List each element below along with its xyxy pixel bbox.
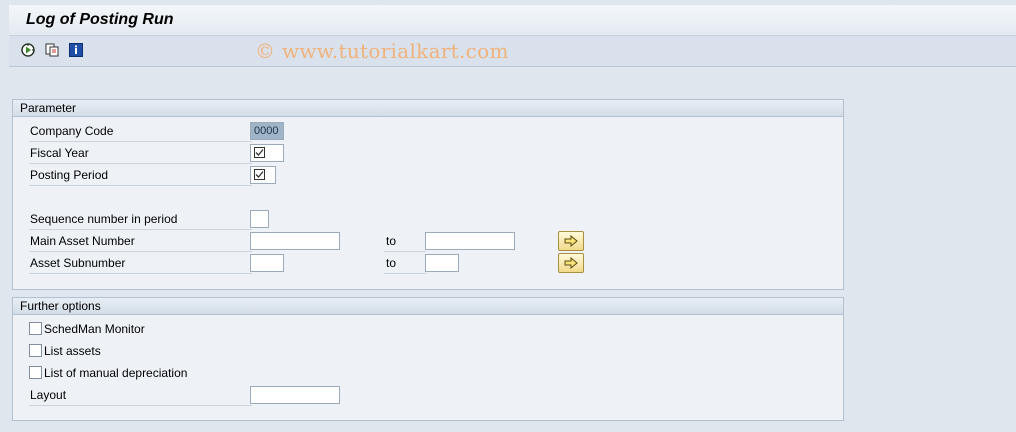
manual-depreciation-label: List of manual depreciation [44,366,188,380]
layout-label: Layout [29,385,252,406]
page-title: Log of Posting Run [26,11,174,28]
manual-depreciation-checkbox[interactable] [29,366,42,379]
main-asset-multiple-selection-button[interactable] [558,231,584,251]
watermark-text: © www.tutorialkart.com [255,39,509,63]
required-icon [254,147,265,158]
asset-subnumber-to-label: to [384,253,426,274]
required-icon [254,169,265,180]
manual-depreciation-option[interactable]: List of manual depreciation [29,363,187,383]
asset-subnumber-multiple-selection-button[interactable] [558,253,584,273]
sequence-number-label: Sequence number in period [29,209,252,230]
main-asset-to-field[interactable] [425,232,515,250]
variant-icon[interactable] [44,42,60,58]
asset-subnumber-to-field[interactable] [425,254,459,272]
list-assets-label: List assets [44,344,101,358]
sequence-number-field[interactable] [250,210,269,228]
list-assets-option[interactable]: List assets [29,341,101,361]
posting-period-field[interactable] [250,166,276,184]
fiscal-year-field[interactable] [250,144,284,162]
list-assets-checkbox[interactable] [29,344,42,357]
schedman-monitor-option[interactable]: SchedMan Monitor [29,319,145,339]
company-code-field: 0000 [250,122,284,140]
arrow-right-icon [564,257,578,269]
parameter-group: Parameter Company Code 0000 Fiscal Year … [12,99,844,290]
asset-subnumber-from-field[interactable] [250,254,284,272]
execute-icon[interactable] [20,42,36,58]
company-code-label: Company Code [29,121,252,142]
application-toolbar: © www.tutorialkart.com [9,36,1016,67]
layout-field[interactable] [250,386,340,404]
main-asset-to-label: to [384,231,426,252]
main-asset-from-field[interactable] [250,232,340,250]
further-options-group-header: Further options [13,298,843,315]
title-bar: Log of Posting Run [9,5,1016,36]
schedman-monitor-checkbox[interactable] [29,322,42,335]
asset-subnumber-label: Asset Subnumber [29,253,252,274]
posting-period-label: Posting Period [29,165,252,186]
parameter-group-header: Parameter [13,100,843,117]
arrow-right-icon [564,235,578,247]
main-asset-label: Main Asset Number [29,231,252,252]
further-options-group: Further options SchedMan Monitor List as… [12,297,844,421]
info-icon[interactable] [68,42,84,58]
schedman-monitor-label: SchedMan Monitor [44,322,145,336]
fiscal-year-label: Fiscal Year [29,143,252,164]
